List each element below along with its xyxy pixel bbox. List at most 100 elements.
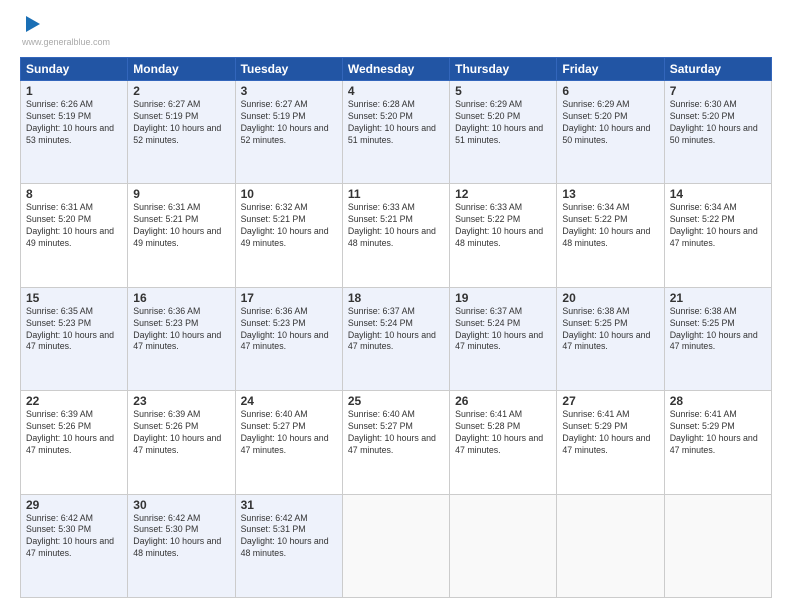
- day-cell-29: 29 Sunrise: 6:42 AMSunset: 5:30 PMDaylig…: [21, 494, 128, 597]
- weekday-header-wednesday: Wednesday: [342, 58, 449, 81]
- day-info: Sunrise: 6:31 AMSunset: 5:20 PMDaylight:…: [26, 202, 114, 248]
- day-info: Sunrise: 6:27 AMSunset: 5:19 PMDaylight:…: [241, 99, 329, 145]
- day-number: 15: [26, 291, 122, 305]
- day-info: Sunrise: 6:40 AMSunset: 5:27 PMDaylight:…: [241, 409, 329, 455]
- day-cell-13: 13 Sunrise: 6:34 AMSunset: 5:22 PMDaylig…: [557, 184, 664, 287]
- day-number: 13: [562, 187, 658, 201]
- empty-cell: [450, 494, 557, 597]
- day-number: 31: [241, 498, 337, 512]
- weekday-header-row: SundayMondayTuesdayWednesdayThursdayFrid…: [21, 58, 772, 81]
- day-number: 14: [670, 187, 766, 201]
- day-cell-19: 19 Sunrise: 6:37 AMSunset: 5:24 PMDaylig…: [450, 287, 557, 390]
- day-cell-21: 21 Sunrise: 6:38 AMSunset: 5:25 PMDaylig…: [664, 287, 771, 390]
- calendar-week-4: 22 Sunrise: 6:39 AMSunset: 5:26 PMDaylig…: [21, 391, 772, 494]
- day-info: Sunrise: 6:36 AMSunset: 5:23 PMDaylight:…: [241, 306, 329, 352]
- day-info: Sunrise: 6:34 AMSunset: 5:22 PMDaylight:…: [670, 202, 758, 248]
- day-cell-1: 1 Sunrise: 6:26 AMSunset: 5:19 PMDayligh…: [21, 81, 128, 184]
- header: www.generalblue.com: [20, 18, 772, 47]
- logo: www.generalblue.com: [20, 18, 110, 47]
- day-number: 22: [26, 394, 122, 408]
- day-cell-6: 6 Sunrise: 6:29 AMSunset: 5:20 PMDayligh…: [557, 81, 664, 184]
- weekday-header-saturday: Saturday: [664, 58, 771, 81]
- empty-cell: [664, 494, 771, 597]
- day-number: 12: [455, 187, 551, 201]
- day-number: 17: [241, 291, 337, 305]
- weekday-header-friday: Friday: [557, 58, 664, 81]
- day-cell-9: 9 Sunrise: 6:31 AMSunset: 5:21 PMDayligh…: [128, 184, 235, 287]
- day-number: 20: [562, 291, 658, 305]
- day-cell-8: 8 Sunrise: 6:31 AMSunset: 5:20 PMDayligh…: [21, 184, 128, 287]
- logo-icon: [22, 14, 44, 36]
- day-cell-25: 25 Sunrise: 6:40 AMSunset: 5:27 PMDaylig…: [342, 391, 449, 494]
- day-number: 10: [241, 187, 337, 201]
- day-info: Sunrise: 6:26 AMSunset: 5:19 PMDaylight:…: [26, 99, 114, 145]
- day-number: 9: [133, 187, 229, 201]
- weekday-header-monday: Monday: [128, 58, 235, 81]
- day-number: 7: [670, 84, 766, 98]
- calendar-week-1: 1 Sunrise: 6:26 AMSunset: 5:19 PMDayligh…: [21, 81, 772, 184]
- day-number: 11: [348, 187, 444, 201]
- day-cell-4: 4 Sunrise: 6:28 AMSunset: 5:20 PMDayligh…: [342, 81, 449, 184]
- day-cell-26: 26 Sunrise: 6:41 AMSunset: 5:28 PMDaylig…: [450, 391, 557, 494]
- day-cell-31: 31 Sunrise: 6:42 AMSunset: 5:31 PMDaylig…: [235, 494, 342, 597]
- day-cell-12: 12 Sunrise: 6:33 AMSunset: 5:22 PMDaylig…: [450, 184, 557, 287]
- day-number: 18: [348, 291, 444, 305]
- day-number: 26: [455, 394, 551, 408]
- day-number: 2: [133, 84, 229, 98]
- empty-cell: [342, 494, 449, 597]
- day-info: Sunrise: 6:27 AMSunset: 5:19 PMDaylight:…: [133, 99, 221, 145]
- day-number: 19: [455, 291, 551, 305]
- page: www.generalblue.com SundayMondayTuesdayW…: [0, 0, 792, 612]
- logo-tagline: www.generalblue.com: [20, 37, 110, 47]
- weekday-header-sunday: Sunday: [21, 58, 128, 81]
- day-info: Sunrise: 6:37 AMSunset: 5:24 PMDaylight:…: [455, 306, 543, 352]
- day-number: 27: [562, 394, 658, 408]
- day-info: Sunrise: 6:36 AMSunset: 5:23 PMDaylight:…: [133, 306, 221, 352]
- day-info: Sunrise: 6:33 AMSunset: 5:22 PMDaylight:…: [455, 202, 543, 248]
- day-info: Sunrise: 6:42 AMSunset: 5:30 PMDaylight:…: [133, 513, 221, 559]
- weekday-header-thursday: Thursday: [450, 58, 557, 81]
- day-info: Sunrise: 6:29 AMSunset: 5:20 PMDaylight:…: [562, 99, 650, 145]
- day-number: 21: [670, 291, 766, 305]
- day-cell-18: 18 Sunrise: 6:37 AMSunset: 5:24 PMDaylig…: [342, 287, 449, 390]
- day-cell-30: 30 Sunrise: 6:42 AMSunset: 5:30 PMDaylig…: [128, 494, 235, 597]
- day-cell-20: 20 Sunrise: 6:38 AMSunset: 5:25 PMDaylig…: [557, 287, 664, 390]
- day-number: 1: [26, 84, 122, 98]
- day-info: Sunrise: 6:32 AMSunset: 5:21 PMDaylight:…: [241, 202, 329, 248]
- day-info: Sunrise: 6:41 AMSunset: 5:28 PMDaylight:…: [455, 409, 543, 455]
- day-info: Sunrise: 6:42 AMSunset: 5:30 PMDaylight:…: [26, 513, 114, 559]
- day-info: Sunrise: 6:33 AMSunset: 5:21 PMDaylight:…: [348, 202, 436, 248]
- day-info: Sunrise: 6:39 AMSunset: 5:26 PMDaylight:…: [26, 409, 114, 455]
- day-cell-11: 11 Sunrise: 6:33 AMSunset: 5:21 PMDaylig…: [342, 184, 449, 287]
- day-cell-16: 16 Sunrise: 6:36 AMSunset: 5:23 PMDaylig…: [128, 287, 235, 390]
- day-cell-27: 27 Sunrise: 6:41 AMSunset: 5:29 PMDaylig…: [557, 391, 664, 494]
- day-info: Sunrise: 6:31 AMSunset: 5:21 PMDaylight:…: [133, 202, 221, 248]
- day-number: 28: [670, 394, 766, 408]
- day-cell-10: 10 Sunrise: 6:32 AMSunset: 5:21 PMDaylig…: [235, 184, 342, 287]
- day-info: Sunrise: 6:34 AMSunset: 5:22 PMDaylight:…: [562, 202, 650, 248]
- day-cell-22: 22 Sunrise: 6:39 AMSunset: 5:26 PMDaylig…: [21, 391, 128, 494]
- day-number: 4: [348, 84, 444, 98]
- day-info: Sunrise: 6:39 AMSunset: 5:26 PMDaylight:…: [133, 409, 221, 455]
- weekday-header-tuesday: Tuesday: [235, 58, 342, 81]
- day-number: 5: [455, 84, 551, 98]
- day-cell-15: 15 Sunrise: 6:35 AMSunset: 5:23 PMDaylig…: [21, 287, 128, 390]
- day-info: Sunrise: 6:37 AMSunset: 5:24 PMDaylight:…: [348, 306, 436, 352]
- day-number: 3: [241, 84, 337, 98]
- day-number: 16: [133, 291, 229, 305]
- day-cell-28: 28 Sunrise: 6:41 AMSunset: 5:29 PMDaylig…: [664, 391, 771, 494]
- day-info: Sunrise: 6:29 AMSunset: 5:20 PMDaylight:…: [455, 99, 543, 145]
- day-info: Sunrise: 6:41 AMSunset: 5:29 PMDaylight:…: [670, 409, 758, 455]
- day-cell-2: 2 Sunrise: 6:27 AMSunset: 5:19 PMDayligh…: [128, 81, 235, 184]
- day-number: 30: [133, 498, 229, 512]
- day-cell-7: 7 Sunrise: 6:30 AMSunset: 5:20 PMDayligh…: [664, 81, 771, 184]
- calendar-week-5: 29 Sunrise: 6:42 AMSunset: 5:30 PMDaylig…: [21, 494, 772, 597]
- day-cell-3: 3 Sunrise: 6:27 AMSunset: 5:19 PMDayligh…: [235, 81, 342, 184]
- day-number: 25: [348, 394, 444, 408]
- calendar-week-2: 8 Sunrise: 6:31 AMSunset: 5:20 PMDayligh…: [21, 184, 772, 287]
- day-info: Sunrise: 6:41 AMSunset: 5:29 PMDaylight:…: [562, 409, 650, 455]
- day-number: 29: [26, 498, 122, 512]
- day-cell-23: 23 Sunrise: 6:39 AMSunset: 5:26 PMDaylig…: [128, 391, 235, 494]
- day-cell-5: 5 Sunrise: 6:29 AMSunset: 5:20 PMDayligh…: [450, 81, 557, 184]
- day-info: Sunrise: 6:30 AMSunset: 5:20 PMDaylight:…: [670, 99, 758, 145]
